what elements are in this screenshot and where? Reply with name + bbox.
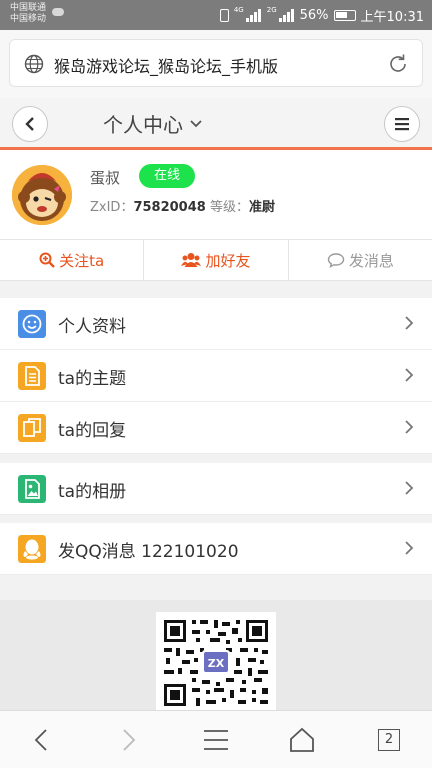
globe-icon bbox=[24, 54, 44, 74]
search-plus-icon bbox=[39, 252, 55, 268]
menu-item-topics[interactable]: ta的主题 bbox=[0, 350, 432, 402]
id-value: 75820048 bbox=[133, 200, 206, 215]
hamburger-icon bbox=[395, 118, 409, 131]
document-icon bbox=[18, 362, 46, 390]
section-divider bbox=[0, 454, 432, 463]
online-status-badge: 在线 bbox=[139, 164, 195, 188]
username: 蛋叔 bbox=[90, 169, 121, 187]
image-icon bbox=[18, 475, 46, 503]
battery-percent: 56% bbox=[299, 7, 329, 23]
page-header: 个人中心 bbox=[0, 98, 432, 150]
url-field[interactable]: 猴岛游戏论坛_猴岛论坛_手机版 bbox=[9, 39, 423, 87]
send-message-label: 发消息 bbox=[348, 251, 394, 270]
tabs-counter-button[interactable]: 2 bbox=[378, 729, 400, 751]
carrier-1: 中国联通 bbox=[10, 3, 47, 13]
menu-item-label: ta的回复 bbox=[58, 421, 127, 441]
monkey-avatar-image bbox=[12, 165, 72, 225]
profile-card: 蛋叔 在线 ZxID：75820048 等级：准尉 bbox=[0, 153, 432, 239]
forward-arrow-icon[interactable] bbox=[114, 726, 142, 754]
level-label: 等级： bbox=[209, 200, 249, 215]
comment-icon bbox=[327, 253, 345, 268]
back-button[interactable] bbox=[12, 106, 48, 142]
home-icon[interactable] bbox=[288, 726, 316, 754]
users-icon bbox=[181, 253, 202, 267]
chevron-down-icon bbox=[190, 119, 202, 127]
svg-text:ZX: ZX bbox=[208, 657, 225, 670]
carrier-2: 中国移动 bbox=[10, 14, 47, 24]
browser-address-bar: 猴岛游戏论坛_猴岛论坛_手机版 bbox=[0, 30, 432, 98]
page-title: 个人中心 bbox=[103, 113, 183, 137]
menu-button[interactable] bbox=[384, 106, 420, 142]
profile-actions: 关注ta 加好友 发消息 bbox=[0, 239, 432, 281]
copy-icon bbox=[18, 414, 46, 442]
browser-bottom-nav: 2 bbox=[0, 710, 432, 768]
follow-label: 关注ta bbox=[59, 251, 105, 270]
menu-item-label: 发QQ消息 122101020 bbox=[58, 542, 239, 562]
avatar[interactable] bbox=[12, 165, 72, 225]
back-arrow-icon[interactable] bbox=[28, 726, 56, 754]
follow-button[interactable]: 关注ta bbox=[0, 240, 145, 280]
level-value: 准尉 bbox=[248, 200, 275, 215]
user-info-line: ZxID：75820048 等级：准尉 bbox=[90, 196, 275, 215]
send-message-button[interactable]: 发消息 bbox=[289, 240, 432, 280]
menu-item-label: ta的主题 bbox=[58, 369, 127, 389]
section-divider bbox=[0, 575, 432, 600]
chevron-right-icon bbox=[405, 316, 414, 330]
menu-item-label: ta的相册 bbox=[58, 482, 127, 502]
page-title-dropdown[interactable]: 个人中心 bbox=[103, 109, 203, 138]
vibrate-icon bbox=[219, 8, 229, 22]
network-type-1: 4G bbox=[233, 6, 244, 14]
qr-code-section: ZX bbox=[0, 600, 432, 710]
status-bar: 中国联通 中国移动 4G 2G 56% 上午10:31 bbox=[0, 0, 432, 30]
chevron-right-icon bbox=[405, 481, 414, 495]
menu-item-profile[interactable]: 个人资料 bbox=[0, 298, 432, 350]
menu-lines-icon[interactable] bbox=[202, 726, 230, 754]
id-label: ZxID： bbox=[90, 200, 134, 215]
menu-item-label: 个人资料 bbox=[58, 317, 126, 337]
menu-item-replies[interactable]: ta的回复 bbox=[0, 402, 432, 454]
menu-item-qq-message[interactable]: 发QQ消息 122101020 bbox=[0, 523, 432, 575]
carrier-info: 中国联通 中国移动 bbox=[10, 3, 46, 25]
add-friend-button[interactable]: 加好友 bbox=[144, 240, 289, 280]
qr-code-image: ZX bbox=[156, 612, 276, 710]
clock: 上午10:31 bbox=[360, 9, 424, 25]
page-url-title: 猴岛游戏论坛_猴岛论坛_手机版 bbox=[54, 57, 279, 76]
qr-code-graphic: ZX bbox=[156, 612, 276, 710]
section-divider bbox=[0, 281, 432, 298]
add-friend-label: 加好友 bbox=[205, 251, 251, 270]
chevron-right-icon bbox=[405, 541, 414, 555]
chevron-left-icon bbox=[25, 117, 34, 131]
chevron-right-icon bbox=[405, 420, 414, 434]
signal-icon bbox=[245, 8, 262, 22]
qq-icon bbox=[18, 535, 46, 563]
battery-icon bbox=[333, 9, 356, 21]
chevron-right-icon bbox=[405, 368, 414, 382]
network-type-2: 2G bbox=[266, 6, 277, 14]
reload-icon[interactable] bbox=[386, 52, 410, 76]
signal-icon-2 bbox=[278, 8, 295, 22]
section-divider bbox=[0, 515, 432, 523]
weather-icon bbox=[52, 8, 64, 16]
smile-icon bbox=[18, 310, 46, 338]
menu-item-album[interactable]: ta的相册 bbox=[0, 463, 432, 515]
